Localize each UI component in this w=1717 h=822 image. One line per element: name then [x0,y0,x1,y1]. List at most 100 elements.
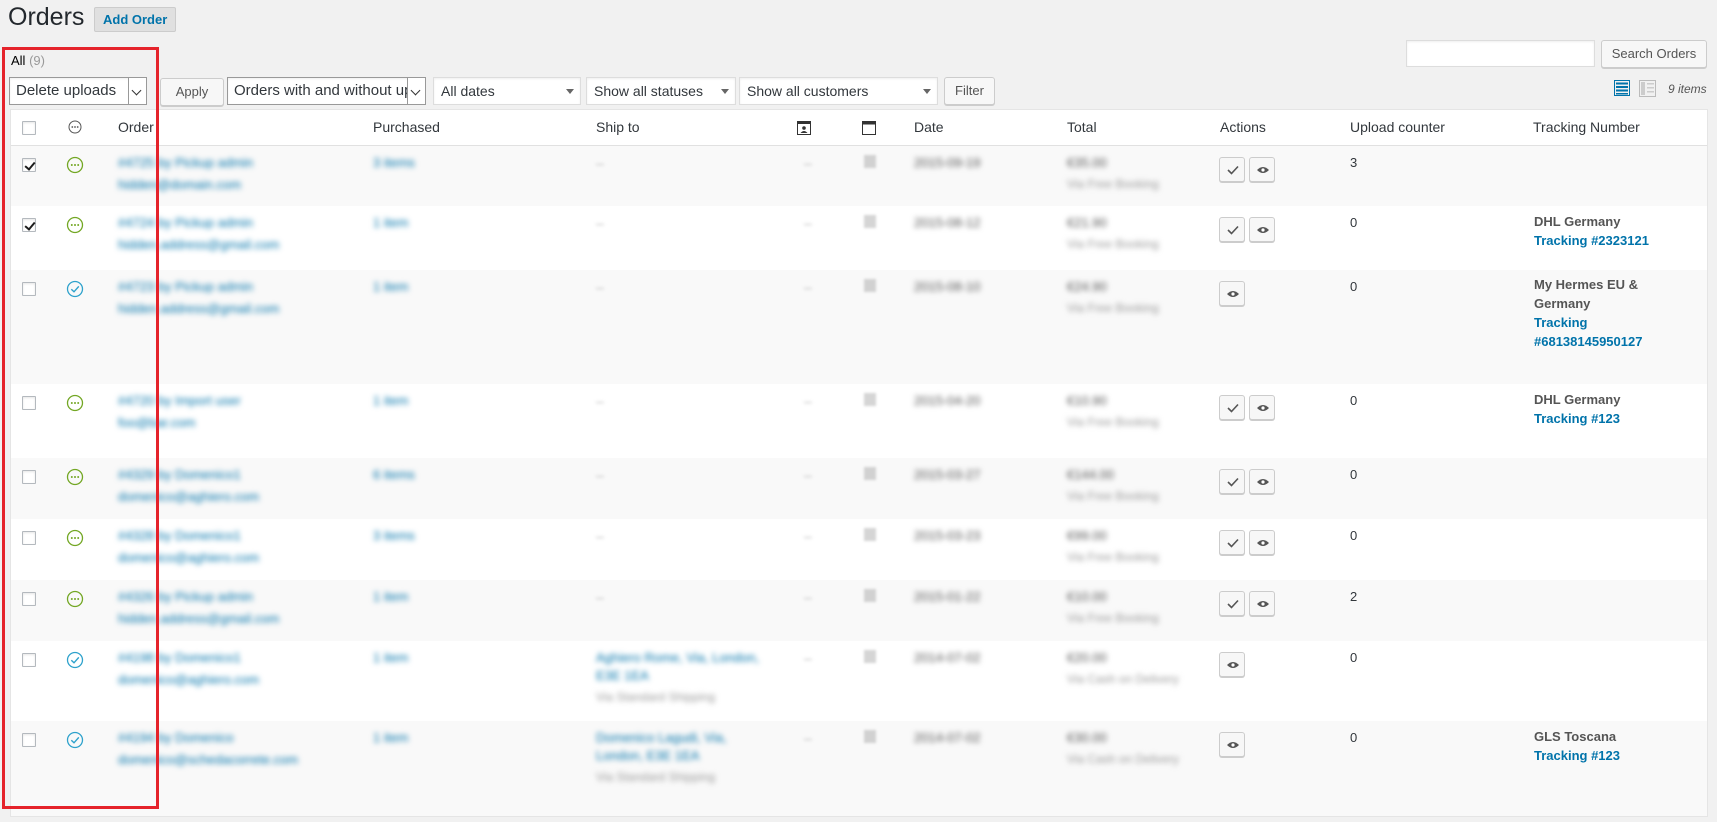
order-note-icon [864,589,876,602]
order-note-icon [864,528,876,541]
order-notes-column-icon [862,121,876,135]
customer-message-empty: – [804,467,812,483]
uploads-filter-select[interactable]: Orders with and without uploads [227,77,426,105]
upload-counter: 0 [1350,528,1358,543]
tracking-link[interactable]: Tracking #2323121 [1534,231,1649,251]
add-order-button[interactable]: Add Order [94,7,177,32]
shipping-method-redacted: Via Standard Shipping [596,690,716,704]
order-total-redacted: €10.90 [1067,393,1107,408]
customer-message-empty: – [804,215,812,231]
purchased-items-redacted[interactable]: 3 items [373,528,415,543]
complete-order-button[interactable] [1219,217,1245,242]
view-order-button[interactable] [1249,591,1275,616]
tracking-link[interactable]: Tracking #123 [1534,746,1620,766]
checkmark-icon [1227,403,1239,413]
purchased-items-redacted[interactable]: 6 items [373,467,415,482]
complete-order-button[interactable] [1219,469,1245,494]
purchased-items-redacted[interactable]: 1 item [373,393,408,408]
page-title: Orders [8,3,85,31]
ship-to-address-redacted[interactable]: Aghiero Rome, Via, London, [596,650,759,665]
view-order-button[interactable] [1219,732,1245,757]
payment-method-redacted: Via Free Booking [1067,489,1159,503]
view-order-button[interactable] [1249,157,1275,182]
status-filter-value: Show all statuses [594,83,703,99]
customer-filter-select[interactable]: Show all customers [739,77,938,105]
order-note-icon [864,155,876,168]
view-order-button[interactable] [1219,652,1245,677]
table-row: #4723 by Pickup admin hidden.address@gma… [11,270,1707,384]
customer-message-empty: – [804,279,812,295]
order-total-redacted: €20.00 [1067,650,1107,665]
order-date-redacted: 2015-09-19 [914,155,981,170]
payment-method-redacted: Via Free Booking [1067,550,1159,564]
ship-to-address-redacted[interactable]: Domenico Lagudi, Via, [596,730,727,745]
table-header: Order Purchased Ship to Date Total Actio… [11,110,1707,146]
upload-counter: 3 [1350,155,1358,170]
dates-filter-select[interactable]: All dates [433,77,581,105]
column-date[interactable]: Date [914,119,944,135]
column-total[interactable]: Total [1067,119,1097,135]
purchased-items-redacted[interactable]: 1 item [373,279,408,294]
complete-order-button[interactable] [1219,591,1245,616]
eye-icon [1227,662,1239,668]
payment-method-redacted: Via Cash on Delivery [1067,672,1179,686]
order-total-redacted: €144.00 [1067,467,1114,482]
checkmark-icon [1227,477,1239,487]
tracking-link[interactable]: Tracking [1534,313,1587,333]
table-row: #4329 by Domenico1 domenico@aghiero.com … [11,458,1707,519]
order-total-redacted: €35.00 [1067,155,1107,170]
view-order-button[interactable] [1219,281,1245,306]
tracking-link[interactable]: Tracking #123 [1534,409,1620,429]
table-row: #4194 by Domenico domenico@schedacorrete… [11,721,1707,816]
ship-to-empty: – [596,589,604,605]
caret-down-icon [923,89,931,94]
complete-order-button[interactable] [1219,157,1245,182]
caret-down-icon [721,89,729,94]
order-date-redacted: 2014-07-02 [914,730,981,745]
order-note-icon [864,730,876,743]
eye-icon [1257,227,1269,233]
purchased-items-redacted[interactable]: 3 items [373,155,415,170]
purchased-items-redacted[interactable]: 1 item [373,589,408,604]
order-note-icon [864,467,876,480]
search-orders-button[interactable]: Search Orders [1601,40,1707,68]
filter-button[interactable]: Filter [944,77,995,105]
ship-to-address-redacted-cont[interactable]: E3E 1EA [596,668,649,683]
view-order-button[interactable] [1249,217,1275,242]
ship-to-empty: – [596,279,604,295]
excerpt-view-icon[interactable] [1639,80,1656,97]
status-filter-select[interactable]: Show all statuses [586,77,736,105]
checkmark-icon [1227,225,1239,235]
purchased-items-redacted[interactable]: 1 item [373,215,408,230]
ship-to-address-redacted-cont[interactable]: London, E3E 1EA [596,748,699,763]
complete-order-button[interactable] [1219,530,1245,555]
customer-message-empty: – [804,155,812,171]
view-order-button[interactable] [1249,469,1275,494]
eye-icon [1257,601,1269,607]
uploads-filter-value: Orders with and without uploads [234,82,425,99]
payment-method-redacted: Via Free Booking [1067,611,1159,625]
search-input[interactable] [1406,40,1595,67]
eye-icon [1227,291,1239,297]
view-order-button[interactable] [1249,395,1275,420]
table-row: #4328 by Domenico1 domenico@aghiero.com … [11,519,1707,580]
table-row: #4724 by Pickup admin hidden.address@gma… [11,206,1707,270]
list-view-icon[interactable] [1614,80,1630,96]
view-order-button[interactable] [1249,530,1275,555]
payment-method-redacted: Via Free Booking [1067,177,1159,191]
order-total-redacted: €24.90 [1067,279,1107,294]
purchased-items-redacted[interactable]: 1 item [373,730,408,745]
table-row: #4326 by Pickup admin hidden.address@gma… [11,580,1707,641]
tracking-link-cont[interactable]: #68138145950127 [1534,332,1642,352]
table-row: #4725 by Pickup admin hidden@domain.com … [11,146,1707,206]
order-total-redacted: €21.90 [1067,215,1107,230]
customer-message-empty: – [804,528,812,544]
apply-button[interactable]: Apply [160,78,224,106]
upload-counter: 0 [1350,279,1358,294]
complete-order-button[interactable] [1219,395,1245,420]
shipping-method-redacted: Via Standard Shipping [596,770,716,784]
items-count: 9 items [1668,82,1707,96]
checkmark-icon [1227,599,1239,609]
purchased-items-redacted[interactable]: 1 item [373,650,408,665]
upload-counter: 0 [1350,650,1358,665]
